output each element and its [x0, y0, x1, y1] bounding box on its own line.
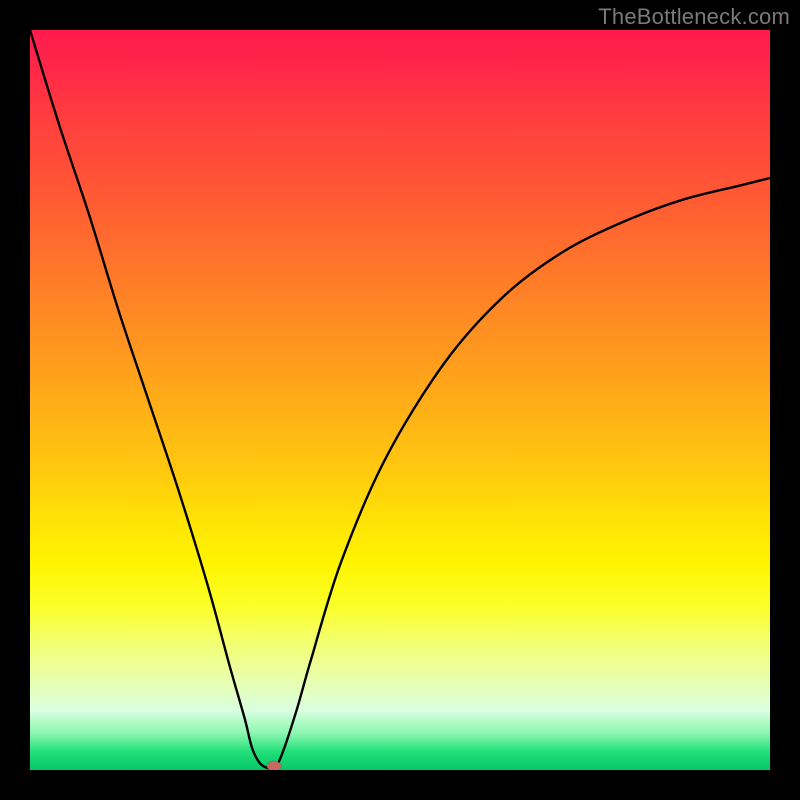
optimal-point-marker: [267, 761, 281, 770]
chart-frame: TheBottleneck.com: [0, 0, 800, 800]
plot-area: [30, 30, 770, 770]
bottleneck-curve: [30, 30, 770, 769]
watermark-text: TheBottleneck.com: [598, 4, 790, 30]
curve-svg: [30, 30, 770, 770]
